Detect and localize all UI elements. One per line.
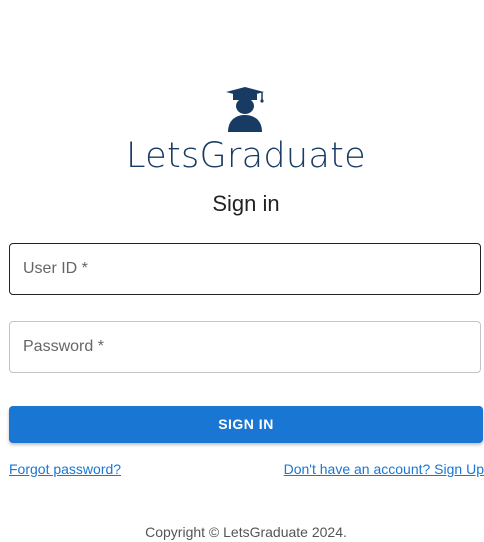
password-placeholder: Password * — [23, 338, 104, 355]
graduate-cap-icon — [226, 87, 264, 132]
forgot-password-link[interactable]: Forgot password? — [9, 461, 121, 477]
password-field[interactable]: Password * — [9, 321, 481, 373]
copyright-text: Copyright © LetsGraduate 2024. — [145, 524, 347, 540]
page-title: Sign in — [212, 191, 280, 216]
brand-name: LetsGraduate — [125, 136, 367, 176]
sign-up-link[interactable]: Don't have an account? Sign Up — [284, 461, 484, 477]
sign-in-button[interactable]: SIGN IN — [9, 406, 483, 443]
user-id-field[interactable]: User ID * — [9, 243, 481, 295]
user-id-placeholder: User ID * — [23, 260, 88, 277]
